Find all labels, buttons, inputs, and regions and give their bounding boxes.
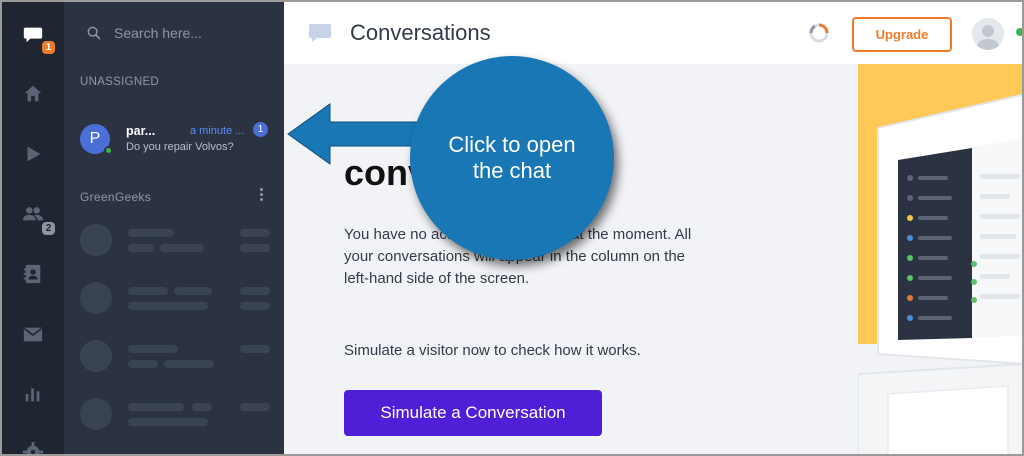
bar-chart-icon <box>25 388 40 402</box>
last-message-preview: Do you repair Volvos? <box>126 141 234 153</box>
user-silhouette-icon <box>976 25 1000 50</box>
contacts-book-icon <box>23 264 41 284</box>
search-bar[interactable] <box>64 2 284 64</box>
page-title: Conversations <box>350 20 491 45</box>
chat-badge: 1 <box>42 41 55 54</box>
nav-inbox[interactable] <box>2 314 64 354</box>
callout-text: Click to open the chat <box>448 132 576 183</box>
section-unassigned: UNASSIGNED <box>80 76 160 88</box>
conversation-item[interactable]: P par... a minute ... 1 Do you repair Vo… <box>64 114 284 162</box>
nav-home[interactable] <box>2 74 64 114</box>
search-icon <box>87 26 101 40</box>
loading-spinner-icon <box>809 23 829 43</box>
play-icon <box>27 146 41 162</box>
placeholder-row <box>64 332 284 382</box>
placeholder-row <box>64 216 284 266</box>
conversation-list-panel: UNASSIGNED P par... a minute ... 1 Do yo… <box>64 2 284 454</box>
envelope-icon <box>23 327 43 342</box>
upgrade-button[interactable]: Upgrade <box>852 17 952 52</box>
user-avatar[interactable] <box>972 18 1004 50</box>
chat-bubble-icon <box>23 27 43 43</box>
message-time: a minute ... <box>190 125 245 137</box>
nav-team[interactable]: 2 <box>2 194 64 235</box>
online-status-dot <box>104 146 113 155</box>
nav-conversations[interactable]: 1 <box>2 14 64 54</box>
nav-analytics[interactable] <box>2 374 64 414</box>
team-icon <box>22 207 44 221</box>
gear-icon <box>22 441 44 454</box>
callout-bubble: Click to open the chat <box>410 56 614 260</box>
top-header: Conversations Upgrade <box>284 2 1022 64</box>
conversations-icon <box>309 24 331 42</box>
group-options-icon[interactable] <box>260 188 264 203</box>
home-icon <box>24 85 42 102</box>
section-group: GreenGeeks <box>80 190 152 204</box>
nav-settings[interactable] <box>2 432 64 454</box>
laptop-illustration <box>858 64 1022 454</box>
search-input[interactable] <box>114 25 264 41</box>
app-frame: 1 2 UNASSIGNED P <box>0 0 1024 456</box>
icon-rail: 1 2 <box>2 2 64 454</box>
laptop-image <box>858 64 1022 454</box>
nav-contacts[interactable] <box>2 254 64 294</box>
placeholder-row <box>64 390 284 440</box>
visitor-name: par... <box>126 124 156 138</box>
simulate-conversation-button[interactable]: Simulate a Conversation <box>344 390 602 436</box>
placeholder-row <box>64 274 284 324</box>
nav-automation[interactable] <box>2 134 64 174</box>
team-badge: 2 <box>42 222 55 235</box>
agent-status-dot <box>1016 28 1022 36</box>
unread-count-badge: 1 <box>253 122 268 137</box>
simulate-hint: Simulate a visitor now to check how it w… <box>344 342 641 359</box>
